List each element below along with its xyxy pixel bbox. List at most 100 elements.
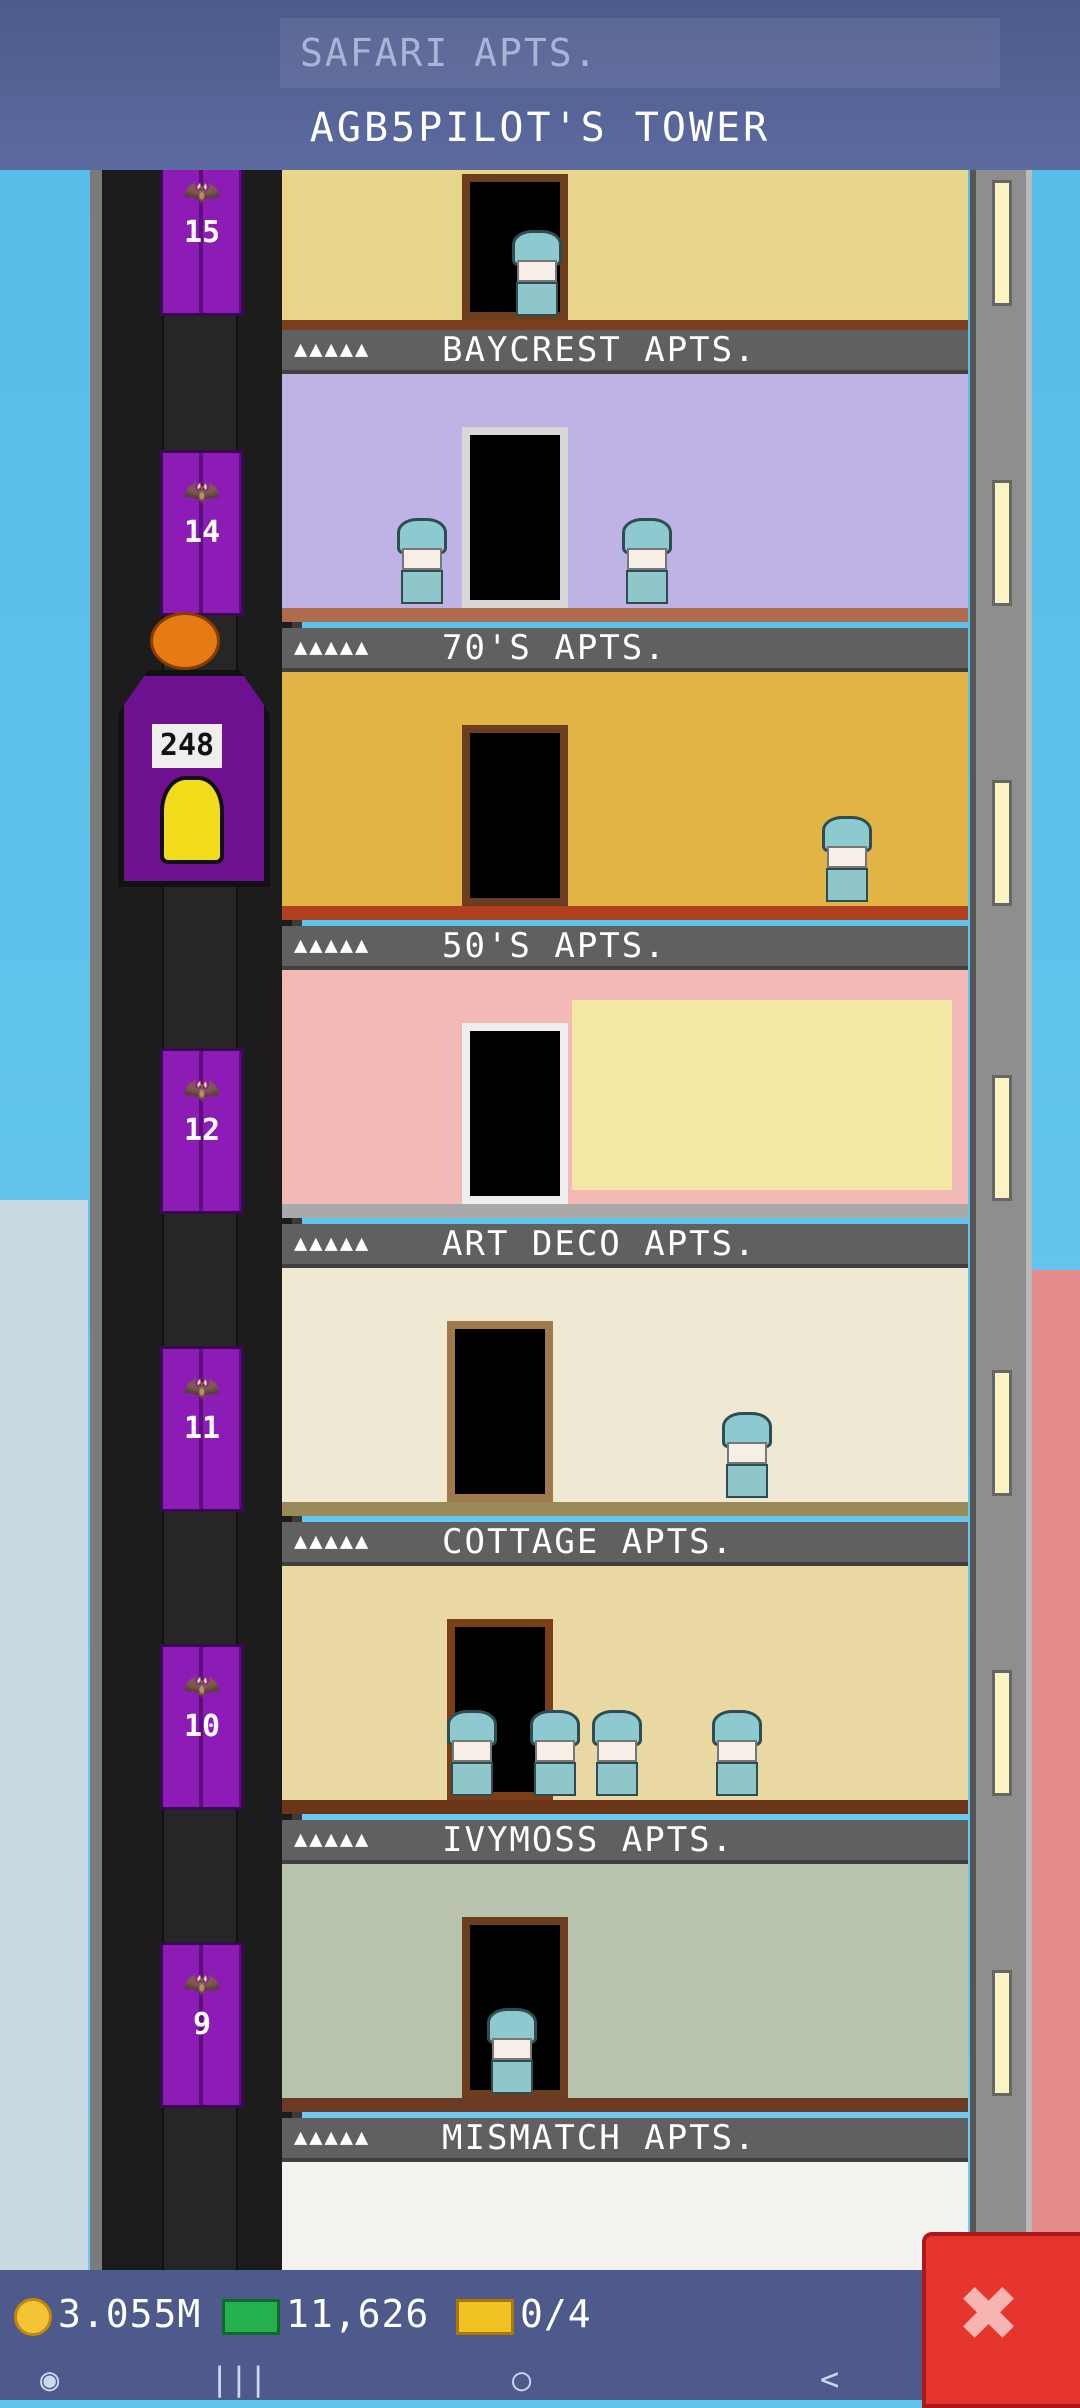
elevator-door-12[interactable]: 🦇 12 — [160, 1048, 244, 1214]
tower-right-rail — [970, 0, 1032, 2290]
bux-value: 11,626 — [286, 2292, 430, 2336]
elevator-door-15[interactable]: 🦇 15 — [160, 150, 244, 316]
elevator-door-9[interactable]: 🦇 9 — [160, 1942, 244, 2108]
pumpkin-icon — [150, 612, 220, 670]
elevator-car[interactable]: 248 — [118, 670, 270, 887]
rail-light — [992, 1970, 1012, 2096]
rail-light — [992, 780, 1012, 906]
ticket-icon — [456, 2298, 514, 2335]
resident[interactable] — [712, 1710, 762, 1800]
floor-name: COTTAGE APTS. — [442, 1522, 735, 1562]
floor-50s[interactable]: ▲▲▲▲▲ 50'S APTS. — [282, 926, 968, 1224]
resident[interactable] — [592, 1710, 642, 1800]
elevator-shaft[interactable]: 🦇 15 🦇 14 🦇 12 🦇 11 🦇 10 🦇 9 — [90, 0, 302, 2290]
back-button[interactable]: < — [820, 2360, 839, 2398]
floorboard — [282, 906, 968, 920]
floor-name: MISMATCH APTS. — [442, 2118, 757, 2158]
star-rating: ▲▲▲▲▲ — [294, 2125, 371, 2150]
floor-number: 9 — [192, 2007, 212, 2042]
tower-header: SAFARI APTS. AGB5PILOT'S TOWER — [0, 0, 1080, 170]
floor-mismatch[interactable]: ▲▲▲▲▲ MISMATCH APTS. — [282, 2118, 968, 2270]
coins-value: 3.055M — [58, 2292, 202, 2336]
cash-icon — [222, 2298, 280, 2335]
bat-icon: 🦇 — [183, 475, 221, 510]
star-rating: ▲▲▲▲▲ — [294, 337, 371, 362]
coin-icon — [14, 2297, 52, 2336]
floor-label: ▲▲▲▲▲ 70'S APTS. — [282, 628, 968, 672]
elevator-door-10[interactable]: 🦇 10 — [160, 1644, 244, 1810]
floorboard — [282, 1502, 968, 1516]
floorboard — [282, 608, 968, 622]
elevator-rider — [160, 776, 224, 864]
rail-light — [992, 1370, 1012, 1496]
floor-baycrest[interactable]: ▲▲▲▲▲ BAYCREST APTS. — [282, 330, 968, 628]
room-interior — [282, 1268, 968, 1516]
floorboard — [282, 1204, 968, 1218]
room-interior — [282, 1566, 968, 1814]
home-button[interactable]: ○ — [512, 2360, 531, 2398]
resident[interactable] — [622, 518, 672, 608]
resident[interactable] — [447, 1710, 497, 1800]
room-interior — [282, 2162, 968, 2270]
bat-icon: 🦇 — [183, 175, 221, 210]
floor-label: ▲▲▲▲▲ COTTAGE APTS. — [282, 1522, 968, 1566]
room-interior — [282, 672, 968, 920]
kitchen-wall — [572, 1000, 952, 1190]
system-nav-bar: ◉ ||| ○ < — [0, 2360, 1080, 2400]
rail-light — [992, 180, 1012, 306]
floor-15-room[interactable] — [282, 170, 968, 330]
floorboard — [282, 1800, 968, 1814]
star-rating: ▲▲▲▲▲ — [294, 1827, 371, 1852]
elevator-door-11[interactable]: 🦇 11 — [160, 1346, 244, 1512]
background-building-left — [0, 1200, 88, 2300]
floorboard — [282, 320, 968, 330]
resource-bar: 3.055M 11,626 0/4 — [0, 2270, 930, 2360]
close-button[interactable]: ✖ — [922, 2232, 1080, 2408]
resident[interactable] — [487, 2008, 537, 2098]
elevator-door-14[interactable]: 🦇 14 — [160, 450, 244, 616]
bat-icon: 🦇 — [183, 1073, 221, 1108]
partial-floor-label: SAFARI APTS. — [280, 18, 1000, 88]
rail-light — [992, 1075, 1012, 1201]
bux-counter[interactable]: 11,626 — [222, 2292, 429, 2336]
floor-name: IVYMOSS APTS. — [442, 1820, 735, 1860]
resident[interactable] — [512, 230, 562, 320]
room-door — [447, 1321, 553, 1502]
resident[interactable] — [530, 1710, 580, 1800]
star-rating: ▲▲▲▲▲ — [294, 1231, 371, 1256]
floor-art-deco[interactable]: ▲▲▲▲▲ ART DECO APTS. — [282, 1224, 968, 1522]
floor-label: ▲▲▲▲▲ MISMATCH APTS. — [282, 2118, 968, 2162]
bat-icon: 🦇 — [183, 1371, 221, 1406]
star-rating: ▲▲▲▲▲ — [294, 933, 371, 958]
star-rating: ▲▲▲▲▲ — [294, 635, 371, 660]
room-interior — [282, 970, 968, 1218]
floor-label: ▲▲▲▲▲ ART DECO APTS. — [282, 1224, 968, 1268]
floorboard — [282, 2098, 968, 2112]
room-interior — [282, 1864, 968, 2112]
floor-number: 11 — [183, 1411, 221, 1446]
floor-number: 10 — [183, 1709, 221, 1744]
floor-70s[interactable]: ▲▲▲▲▲ 70'S APTS. — [282, 628, 968, 926]
room-door — [462, 725, 568, 906]
resident[interactable] — [822, 816, 872, 906]
floor-number: 15 — [183, 215, 221, 250]
recents-button[interactable]: ||| — [210, 2360, 268, 2398]
floor-name: 50'S APTS. — [442, 926, 667, 966]
floor-label: ▲▲▲▲▲ 50'S APTS. — [282, 926, 968, 970]
room-interior — [282, 170, 968, 330]
gamepad-icon[interactable]: ◉ — [40, 2360, 59, 2398]
room-interior — [282, 374, 968, 622]
coins-counter[interactable]: 3.055M — [14, 2292, 201, 2336]
tickets-counter[interactable]: 0/4 — [456, 2292, 592, 2336]
star-rating: ▲▲▲▲▲ — [294, 1529, 371, 1554]
rail-light — [992, 480, 1012, 606]
floor-ivymoss[interactable]: ▲▲▲▲▲ IVYMOSS APTS. — [282, 1820, 968, 2118]
resident[interactable] — [722, 1412, 772, 1502]
resident[interactable] — [397, 518, 447, 608]
rail-light — [992, 1670, 1012, 1796]
tickets-value: 0/4 — [520, 2292, 592, 2336]
floor-cottage[interactable]: ▲▲▲▲▲ COTTAGE APTS. — [282, 1522, 968, 1820]
floor-name: BAYCREST APTS. — [442, 330, 757, 370]
close-icon: ✖ — [960, 2254, 1021, 2371]
tower-title[interactable]: AGB5PILOT'S TOWER — [0, 105, 1080, 151]
